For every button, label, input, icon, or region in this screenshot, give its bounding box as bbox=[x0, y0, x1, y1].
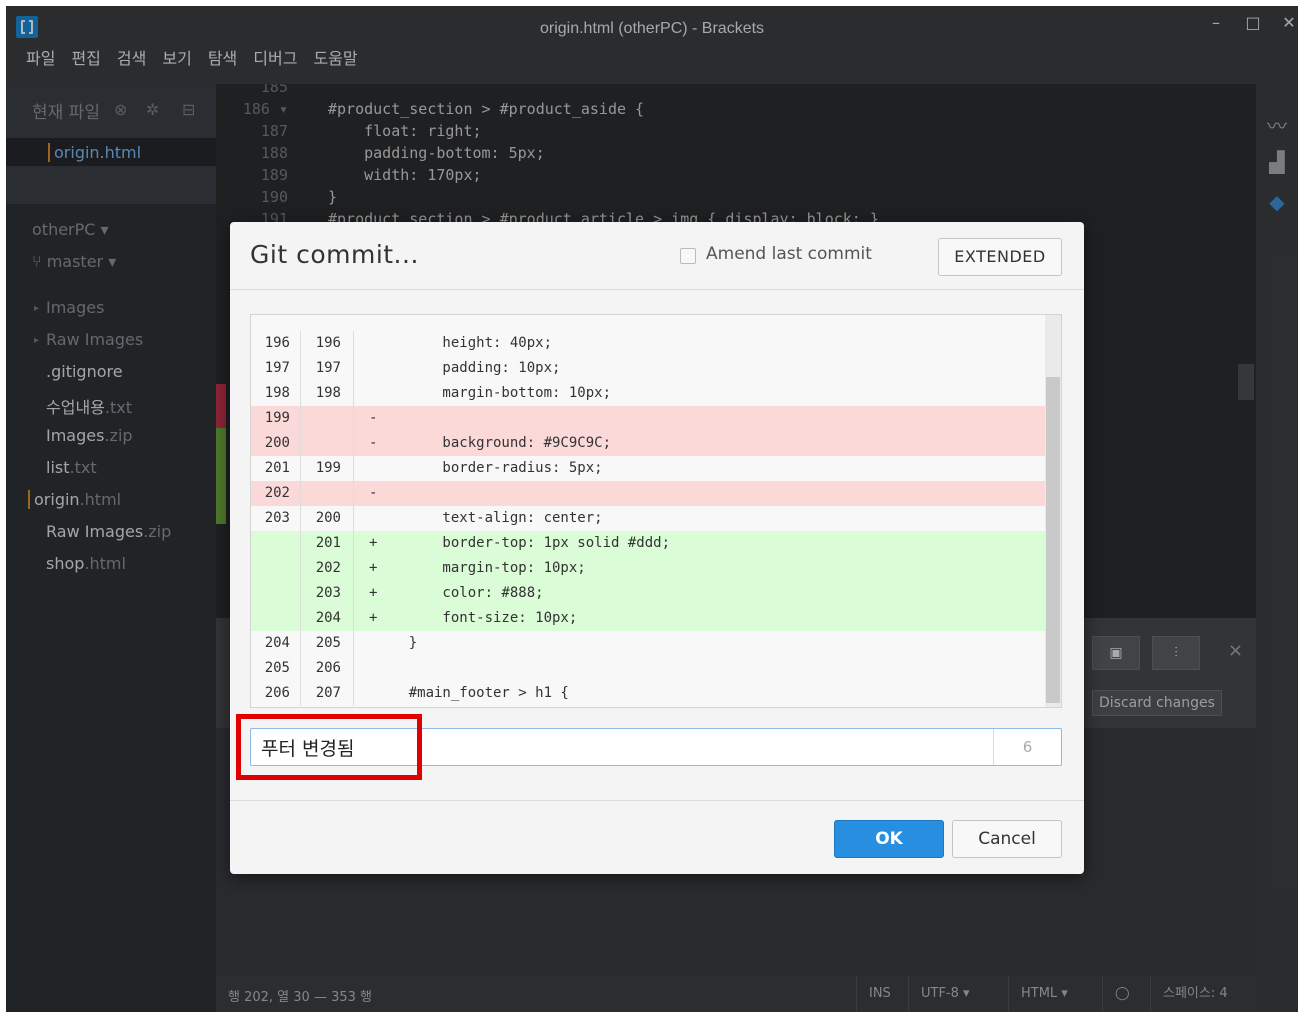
diff-new: 201 bbox=[302, 531, 354, 556]
extended-button[interactable]: EXTENDED bbox=[938, 238, 1062, 276]
diff-row-ctx: 204 205 } bbox=[251, 631, 1045, 656]
diff-row-del: 200- background: #9C9C9C; bbox=[251, 431, 1045, 456]
diff-row-add: 201 + border-top: 1px solid #ddd; bbox=[251, 531, 1045, 556]
diff-code: #main_footer > h1 { bbox=[375, 685, 569, 701]
diff-row-ctx: 206 207 #main_footer > h1 { bbox=[251, 681, 1045, 706]
diff-new: 197 bbox=[302, 356, 354, 381]
ok-button[interactable]: OK bbox=[834, 820, 944, 858]
diff-new bbox=[302, 431, 354, 456]
diff-old: 196 bbox=[251, 331, 301, 356]
diff-code: } bbox=[375, 635, 418, 651]
diff-old: 206 bbox=[251, 681, 301, 706]
diff-old: 204 bbox=[251, 631, 301, 656]
diff-old: 202 bbox=[251, 481, 301, 506]
diff-new: 199 bbox=[302, 456, 354, 481]
diff-code: border-radius: 5px; bbox=[375, 460, 603, 476]
diff-scrollbar-thumb[interactable] bbox=[1046, 377, 1060, 703]
diff-row-ctx: 201 199 border-radius: 5px; bbox=[251, 456, 1045, 481]
diff-row-ctx: 198 198 margin-bottom: 10px; bbox=[251, 381, 1045, 406]
dialog-title: Git commit... bbox=[250, 240, 419, 269]
dialog-divider bbox=[230, 800, 1084, 801]
diff-row-add: 203 + color: #888; bbox=[251, 581, 1045, 606]
diff-old bbox=[251, 581, 301, 606]
diff-row-ctx: 203 200 text-align: center; bbox=[251, 506, 1045, 531]
diff-code: height: 40px; bbox=[375, 335, 553, 351]
diff-code: text-align: center; bbox=[375, 510, 603, 526]
git-commit-dialog: Git commit... Amend last commit EXTENDED… bbox=[230, 222, 1084, 874]
diff-new: 198 bbox=[302, 381, 354, 406]
diff-code: margin-top: 10px; bbox=[375, 560, 586, 576]
dialog-header: Git commit... Amend last commit EXTENDED bbox=[230, 222, 1084, 290]
diff-row-ctx: 197 197 padding: 10px; bbox=[251, 356, 1045, 381]
diff-new: 203 bbox=[302, 581, 354, 606]
amend-label: Amend last commit bbox=[706, 244, 872, 264]
diff-old: 198 bbox=[251, 381, 301, 406]
message-length-counter: 6 bbox=[993, 729, 1061, 765]
diff-row-add: 202 + margin-top: 10px; bbox=[251, 556, 1045, 581]
diff-code: font-size: 10px; bbox=[375, 610, 578, 626]
diff-old: 201 bbox=[251, 456, 301, 481]
brackets-window: origin.html (otherPC) - Brackets – □ ✕ 파… bbox=[6, 6, 1298, 1012]
diff-row-del: 202 - bbox=[251, 481, 1045, 506]
diff-row-ctx: 196 196 height: 40px; bbox=[251, 331, 1045, 356]
diff-row-add: 204 + font-size: 10px; bbox=[251, 606, 1045, 631]
diff-new: 202 bbox=[302, 556, 354, 581]
diff-old: 199 bbox=[251, 406, 301, 431]
diff-row-del: 199 - bbox=[251, 406, 1045, 431]
diff-new: 204 bbox=[302, 606, 354, 631]
diff-new: 205 bbox=[302, 631, 354, 656]
diff-old bbox=[251, 606, 301, 631]
diff-new bbox=[302, 481, 354, 506]
diff-row-ctx: 205 206 bbox=[251, 656, 1045, 681]
diff-old: 203 bbox=[251, 506, 301, 531]
cancel-button[interactable]: Cancel bbox=[952, 820, 1062, 858]
diff-new: 207 bbox=[302, 681, 354, 706]
diff-code: padding: 10px; bbox=[375, 360, 561, 376]
diff-old bbox=[251, 556, 301, 581]
diff-new bbox=[302, 406, 354, 431]
diff-new: 206 bbox=[302, 656, 354, 681]
diff-new: 200 bbox=[302, 506, 354, 531]
diff-mark: - bbox=[369, 410, 378, 426]
diff-code: border-top: 1px solid #ddd; bbox=[375, 535, 671, 551]
commit-diff-view[interactable]: 196 196 height: 40px; 197 197 padding: 10px… bbox=[250, 314, 1062, 708]
diff-old: 200 bbox=[251, 431, 301, 456]
amend-checkbox[interactable] bbox=[680, 248, 696, 264]
diff-code: color: #888; bbox=[375, 585, 544, 601]
diff-old: 205 bbox=[251, 656, 301, 681]
diff-old: 197 bbox=[251, 356, 301, 381]
diff-new: 196 bbox=[302, 331, 354, 356]
diff-code: background: #9C9C9C; bbox=[375, 435, 612, 451]
diff-mark: - bbox=[369, 485, 378, 501]
annotation-highlight-box bbox=[236, 714, 422, 780]
diff-code: margin-bottom: 10px; bbox=[375, 385, 612, 401]
diff-old bbox=[251, 531, 301, 556]
